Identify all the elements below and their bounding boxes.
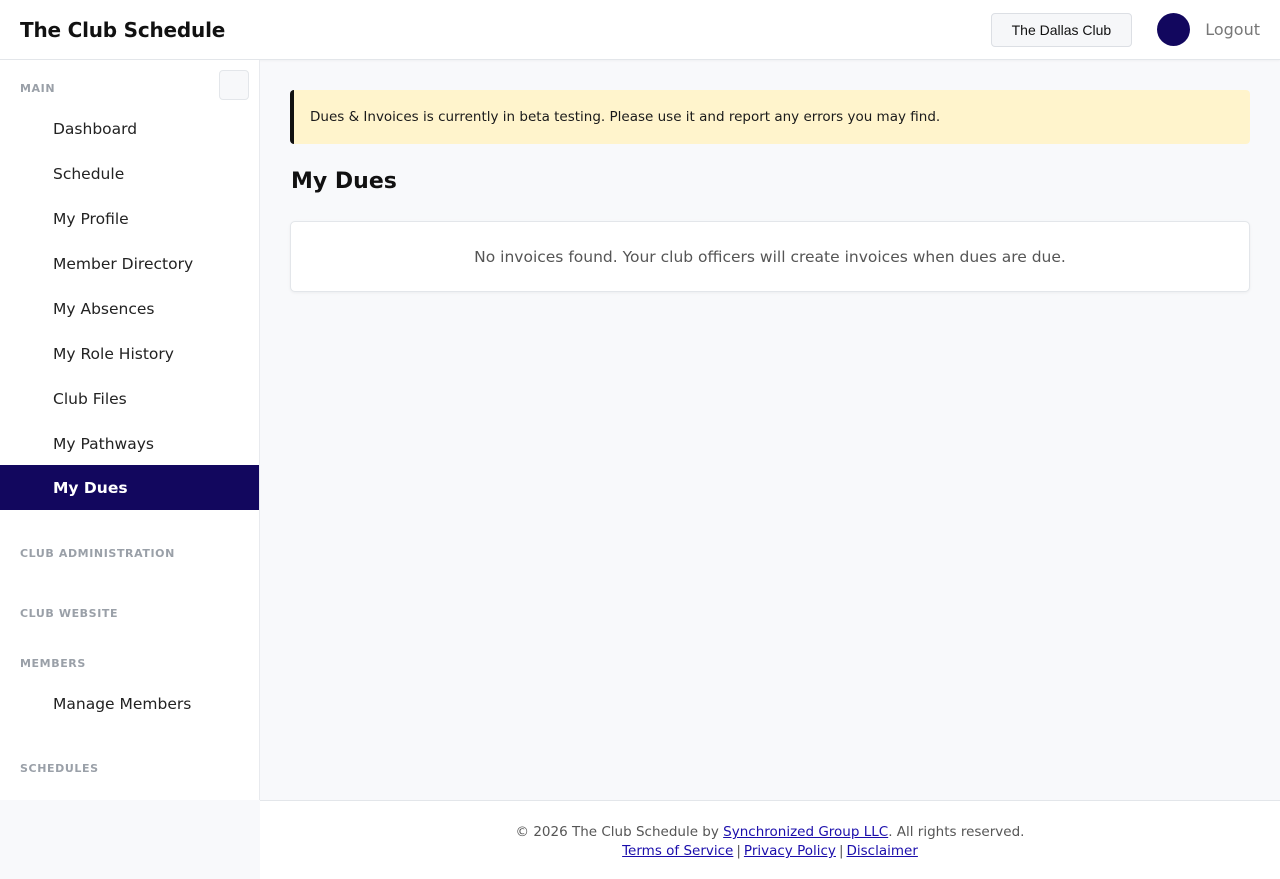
sidebar-item-schedule[interactable]: Schedule [0,151,259,196]
page-title: My Dues [291,169,397,194]
sidebar-item-member-directory[interactable]: Member Directory [0,241,259,286]
empty-invoices-message: No invoices found. Your club officers wi… [474,247,1066,266]
section-label-members[interactable]: MEMBERS [20,657,86,670]
company-link[interactable]: Synchronized Group LLC [723,824,888,840]
empty-invoices-card: No invoices found. Your club officers wi… [290,221,1250,292]
privacy-policy-link[interactable]: Privacy Policy [744,843,836,859]
disclaimer-link[interactable]: Disclaimer [847,843,918,859]
section-label-club-website[interactable]: CLUB WEBSITE [20,607,118,620]
section-label-club-administration[interactable]: CLUB ADMINISTRATION [20,547,175,560]
sidebar: MAIN Dashboard Schedule My Profile Membe… [0,60,260,800]
footer-separator: | [838,843,844,859]
copyright-prefix: © 2026 The Club Schedule by [515,824,724,840]
logout-link[interactable]: Logout [1205,20,1260,39]
section-label-main: MAIN [20,82,56,95]
sidebar-item-my-role-history[interactable]: My Role History [0,331,259,376]
sidebar-bottom-area [0,800,260,879]
sidebar-item-dashboard[interactable]: Dashboard [0,106,259,151]
app-title[interactable]: The Club Schedule [20,18,225,42]
section-label-schedules[interactable]: SCHEDULES [20,762,99,775]
copyright-suffix: . All rights reserved. [888,824,1025,840]
footer: © 2026 The Club Schedule by Synchronized… [260,800,1280,879]
sidebar-item-club-files[interactable]: Club Files [0,376,259,421]
avatar[interactable] [1157,13,1191,46]
footer-links: Terms of Service | Privacy Policy | Disclaim… [260,842,1280,861]
terms-of-service-link[interactable]: Terms of Service [622,843,733,859]
main-content: Dues & Invoices is currently in beta tes… [260,60,1280,800]
sidebar-item-my-profile[interactable]: My Profile [0,196,259,241]
beta-alert-banner: Dues & Invoices is currently in beta tes… [290,90,1250,144]
sidebar-item-my-absences[interactable]: My Absences [0,286,259,331]
sidebar-item-my-pathways[interactable]: My Pathways [0,421,259,466]
club-selector-button[interactable]: The Dallas Club [990,12,1133,47]
top-bar: The Club Schedule The Dallas Club Logout [0,0,1280,60]
footer-separator: | [736,843,741,859]
sidebar-toggle-button[interactable] [219,70,249,100]
copyright-line: © 2026 The Club Schedule by Synchronized… [260,823,1280,842]
header-actions: The Dallas Club Logout [990,12,1260,47]
sidebar-item-manage-members[interactable]: Manage Members [0,681,259,726]
sidebar-item-my-dues[interactable]: My Dues [0,465,259,510]
